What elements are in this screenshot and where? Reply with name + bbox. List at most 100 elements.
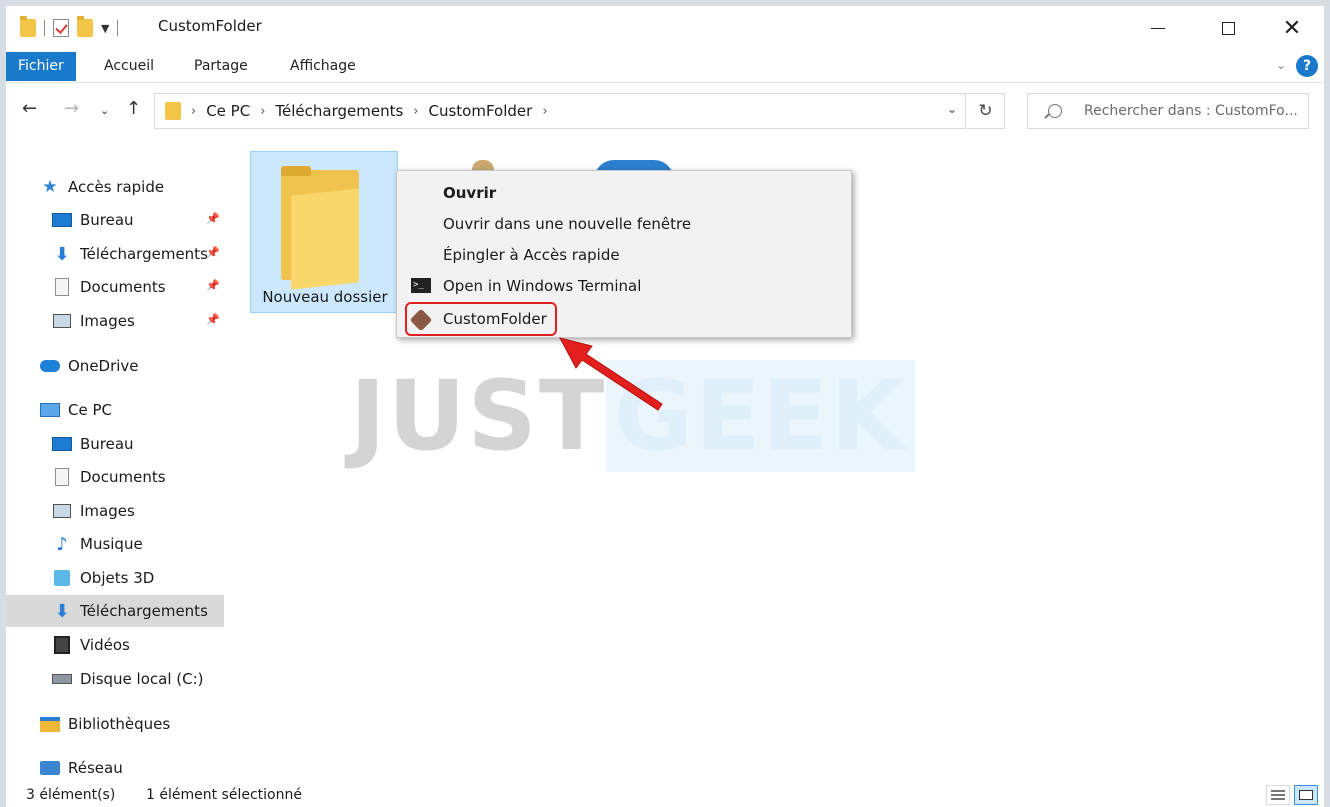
sidebar-item-label: Ce PC [68, 401, 112, 419]
sidebar-item-documents[interactable]: Documents 📌 [6, 271, 224, 303]
pin-icon: 📌 [206, 212, 220, 225]
folder-icon [281, 166, 359, 290]
sidebar-item-label: Disque local (C:) [80, 670, 204, 688]
back-arrow-icon[interactable]: ← [22, 98, 37, 119]
menu-item-ouvrir-nouvelle-fenetre[interactable]: Ouvrir dans une nouvelle fenêtre [397, 209, 851, 239]
tab-fichier[interactable]: Fichier [6, 52, 76, 81]
address-bar[interactable]: › Ce PC › Téléchargements › CustomFolder… [154, 93, 966, 129]
document-icon [52, 468, 72, 486]
menu-item-label: Épingler à Accès rapide [443, 246, 620, 264]
close-button[interactable]: ✕ [1270, 14, 1314, 42]
sidebar-item-label: Documents [80, 468, 166, 486]
sidebar-item-pc-documents[interactable]: Documents [6, 461, 224, 493]
sidebar-item-bibliotheques[interactable]: Bibliothèques [6, 708, 224, 740]
folder-icon[interactable] [20, 16, 36, 37]
large-icons-view-button[interactable] [1294, 785, 1318, 805]
sidebar-item-label: OneDrive [68, 357, 139, 375]
pin-icon: 📌 [206, 246, 220, 259]
menu-item-epingler[interactable]: Épingler à Accès rapide [397, 240, 851, 270]
terminal-icon: >_ [411, 278, 431, 293]
sidebar-item-label: Objets 3D [80, 569, 155, 587]
minimize-button[interactable] [1136, 14, 1180, 42]
recent-locations-chevron-icon[interactable]: ⌄ [100, 104, 109, 117]
breadcrumb-customfolder[interactable]: CustomFolder [429, 102, 533, 120]
search-placeholder: Rechercher dans : CustomFo... [1084, 103, 1298, 119]
desktop-icon [52, 211, 72, 229]
menu-item-open-terminal[interactable]: >_ Open in Windows Terminal [397, 271, 851, 301]
video-icon [52, 636, 72, 654]
download-icon: ⬇ [54, 243, 70, 265]
computer-icon [40, 401, 60, 419]
explorer-window: ▼ CustomFolder ✕ Fichier Accueil Partage… [6, 6, 1324, 807]
drive-icon [52, 670, 72, 688]
tab-partage[interactable]: Partage [182, 52, 260, 81]
sidebar-item-label: Téléchargements [80, 245, 208, 263]
address-dropdown-chevron-icon[interactable]: ⌄ [947, 102, 957, 116]
sidebar-item-reseau[interactable]: Réseau [6, 752, 224, 784]
sidebar-item-label: Réseau [68, 759, 123, 777]
toolbar-separator [117, 20, 119, 36]
navigation-pane: ★ Accès rapide Bureau 📌 ⬇ Téléchargement… [6, 156, 228, 786]
folder-item-nouveau-dossier[interactable]: Nouveau dossier [250, 151, 398, 313]
details-view-button[interactable] [1266, 785, 1290, 805]
search-input[interactable]: Rechercher dans : CustomFo... [1027, 93, 1309, 129]
forward-arrow-icon[interactable]: → [64, 98, 79, 119]
maximize-button[interactable] [1206, 14, 1250, 42]
sidebar-item-label: Documents [80, 278, 166, 296]
tab-accueil[interactable]: Accueil [92, 52, 166, 81]
breadcrumb-ce-pc[interactable]: Ce PC [206, 102, 250, 120]
menu-item-ouvrir[interactable]: Ouvrir [397, 178, 851, 208]
sidebar-item-bureau[interactable]: Bureau 📌 [6, 204, 224, 236]
cloud-icon [40, 357, 60, 375]
sidebar-item-ce-pc[interactable]: Ce PC [6, 394, 224, 426]
sidebar-item-telechargements[interactable]: ⬇ Téléchargements 📌 [6, 238, 224, 270]
breadcrumb-separator-icon[interactable]: › [260, 104, 265, 119]
sidebar-item-pc-bureau[interactable]: Bureau [6, 428, 224, 460]
sidebar-item-images[interactable]: Images 📌 [6, 305, 224, 337]
close-icon: ✕ [1282, 15, 1302, 41]
document-icon [52, 278, 72, 296]
image-icon [52, 502, 72, 520]
sidebar-item-label: Téléchargements [80, 602, 208, 620]
breadcrumb-separator-icon[interactable]: › [191, 104, 196, 119]
new-folder-icon[interactable] [77, 16, 93, 37]
tab-affichage[interactable]: Affichage [278, 52, 368, 81]
help-icon[interactable]: ? [1296, 55, 1318, 77]
download-icon: ⬇ [54, 600, 70, 622]
folder-icon [165, 102, 181, 120]
sidebar-item-pc-disque-local[interactable]: Disque local (C:) [6, 663, 224, 695]
refresh-button[interactable]: ↻ [967, 93, 1005, 129]
customize-toolbar-chevron-icon[interactable]: ▼ [101, 22, 109, 35]
sidebar-item-pc-telechargements[interactable]: ⬇ Téléchargements [6, 595, 224, 627]
up-arrow-icon[interactable]: ↑ [126, 98, 141, 119]
sidebar-item-pc-objets-3d[interactable]: Objets 3D [6, 562, 224, 594]
sidebar-item-onedrive[interactable]: OneDrive [6, 350, 224, 382]
cube-icon [52, 569, 72, 587]
ribbon-tabs: Fichier Accueil Partage Affichage ⌄ ? [6, 50, 1324, 83]
sidebar-item-label: Images [80, 502, 135, 520]
sidebar-item-pc-images[interactable]: Images [6, 495, 224, 527]
sidebar-item-pc-videos[interactable]: Vidéos [6, 629, 224, 661]
desktop-icon [52, 435, 72, 453]
sidebar-item-pc-musique[interactable]: ♪ Musique [6, 528, 224, 560]
item-count: 3 élément(s) [26, 787, 116, 803]
sidebar-item-acces-rapide[interactable]: ★ Accès rapide [6, 171, 224, 203]
sidebar-item-label: Vidéos [80, 636, 130, 654]
title-bar: ▼ CustomFolder ✕ [6, 6, 1324, 50]
maximize-icon [1221, 21, 1235, 35]
properties-icon[interactable] [53, 19, 69, 37]
minimize-icon [1151, 27, 1165, 29]
breadcrumb-separator-icon[interactable]: › [413, 104, 418, 119]
refresh-icon: ↻ [978, 101, 993, 121]
library-icon [40, 715, 60, 733]
breadcrumb-telechargements[interactable]: Téléchargements [275, 102, 403, 120]
status-bar: 3 élément(s) 1 élément sélectionné [6, 785, 1324, 807]
menu-item-label: Ouvrir [443, 184, 497, 202]
folder-name: Nouveau dossier [262, 288, 388, 306]
toolbar-separator [44, 20, 45, 36]
window-title: CustomFolder [158, 17, 262, 35]
breadcrumb-separator-icon[interactable]: › [542, 104, 547, 119]
expand-ribbon-chevron-icon[interactable]: ⌄ [1276, 58, 1286, 72]
annotation-arrow-icon [559, 337, 663, 411]
context-menu: Ouvrir Ouvrir dans une nouvelle fenêtre … [396, 170, 852, 338]
